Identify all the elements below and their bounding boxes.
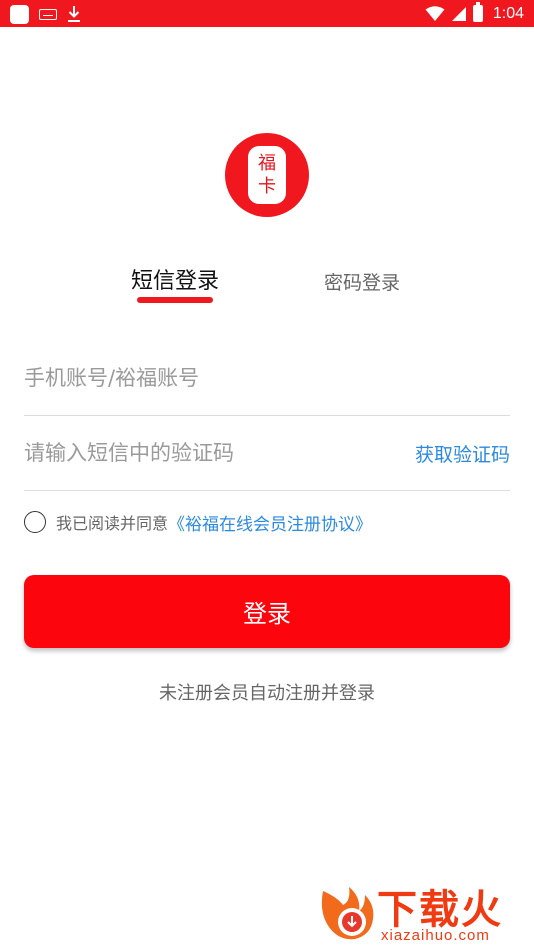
app-logo: 福 卡 <box>225 133 309 217</box>
signal-icon <box>451 6 466 21</box>
agreement-link[interactable]: 《裕福在线会员注册协议》 <box>168 510 372 535</box>
tab-active-underline <box>137 297 213 303</box>
download-icon <box>68 6 80 22</box>
agreement-row: 我已阅读并同意 《裕福在线会员注册协议》 <box>24 509 372 535</box>
logo-stamp: 福 卡 <box>248 146 286 204</box>
watermark-url: xiazaihuo.com <box>381 927 490 944</box>
tab-sms-login[interactable]: 短信登录 <box>124 265 226 305</box>
phone-field <box>24 341 510 416</box>
tab-sms-login-label: 短信登录 <box>130 269 219 294</box>
app-icon <box>10 4 29 24</box>
agreement-text: 我已阅读并同意 <box>56 514 169 533</box>
wifi-icon <box>425 5 445 21</box>
tab-password-login[interactable]: 密码登录 <box>312 265 412 305</box>
login-button[interactable]: 登录 <box>24 575 510 648</box>
battery-icon <box>472 2 483 22</box>
phone-input[interactable] <box>24 358 510 398</box>
code-field: 获取验证码 <box>24 416 510 491</box>
keyboard-icon <box>39 8 57 20</box>
watermark: 下载火 xiazaihuo.com <box>315 877 530 947</box>
sms-code-input[interactable] <box>24 433 415 473</box>
tab-password-login-label: 密码登录 <box>323 272 400 294</box>
status-bar-right: 1:04 <box>425 2 524 25</box>
flame-logo-icon <box>321 887 374 940</box>
auto-register-hint: 未注册会员自动注册并登录 <box>159 683 375 704</box>
status-bar-left <box>10 3 81 25</box>
logo-char-top: 福 <box>258 153 276 174</box>
status-bar: 1:04 <box>0 0 534 27</box>
agreement-checkbox[interactable] <box>24 511 46 533</box>
status-time: 1:04 <box>492 4 524 22</box>
get-code-button[interactable]: 获取验证码 <box>415 440 510 467</box>
logo-char-bottom: 卡 <box>258 176 276 197</box>
